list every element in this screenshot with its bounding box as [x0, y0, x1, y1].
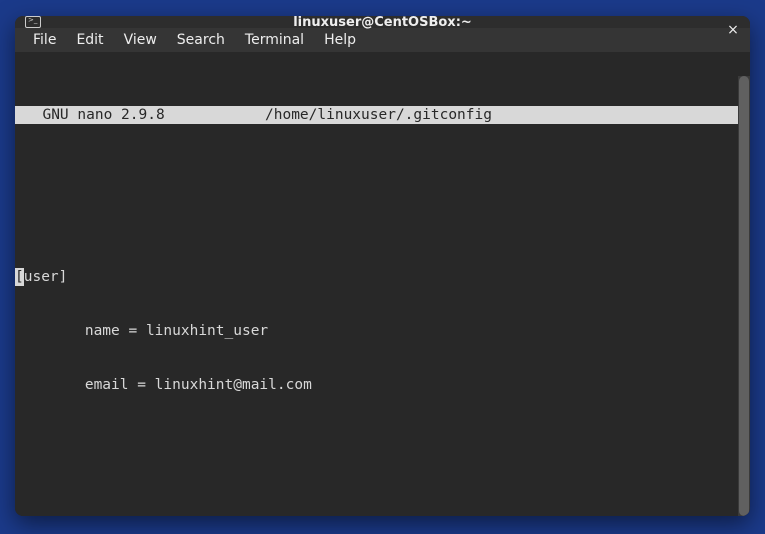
cursor: [: [15, 268, 24, 286]
nano-header: GNU nano 2.9.8 /home/linuxuser/.gitconfi…: [15, 106, 750, 124]
menu-search[interactable]: Search: [169, 28, 233, 52]
menu-edit[interactable]: Edit: [68, 28, 111, 52]
titlebar: linuxuser@CentOSBox:~ ×: [15, 16, 750, 28]
close-icon[interactable]: ×: [724, 22, 742, 40]
terminal-viewport[interactable]: GNU nano 2.9.8 /home/linuxuser/.gitconfi…: [15, 52, 750, 516]
menubar: File Edit View Search Terminal Help: [15, 28, 750, 52]
window-title: linuxuser@CentOSBox:~: [15, 16, 750, 30]
terminal-icon: [25, 16, 41, 28]
editor-line-2: name = linuxhint_user: [15, 322, 750, 340]
editor-line-3: email = linuxhint@mail.com: [15, 376, 750, 394]
editor-line-1: [user]: [15, 268, 750, 286]
menu-terminal[interactable]: Terminal: [237, 28, 312, 52]
terminal-window: linuxuser@CentOSBox:~ × File Edit View S…: [15, 16, 750, 516]
nano-editor-body[interactable]: [user] name = linuxhint_user email = lin…: [15, 178, 750, 516]
nano-filepath: /home/linuxuser/.gitconfig: [265, 106, 492, 124]
menu-file[interactable]: File: [25, 28, 64, 52]
scrollbar-thumb[interactable]: [739, 76, 749, 516]
menu-view[interactable]: View: [116, 28, 165, 52]
menu-help[interactable]: Help: [316, 28, 364, 52]
nano-version: GNU nano 2.9.8: [25, 106, 265, 124]
scrollbar[interactable]: [738, 76, 750, 516]
